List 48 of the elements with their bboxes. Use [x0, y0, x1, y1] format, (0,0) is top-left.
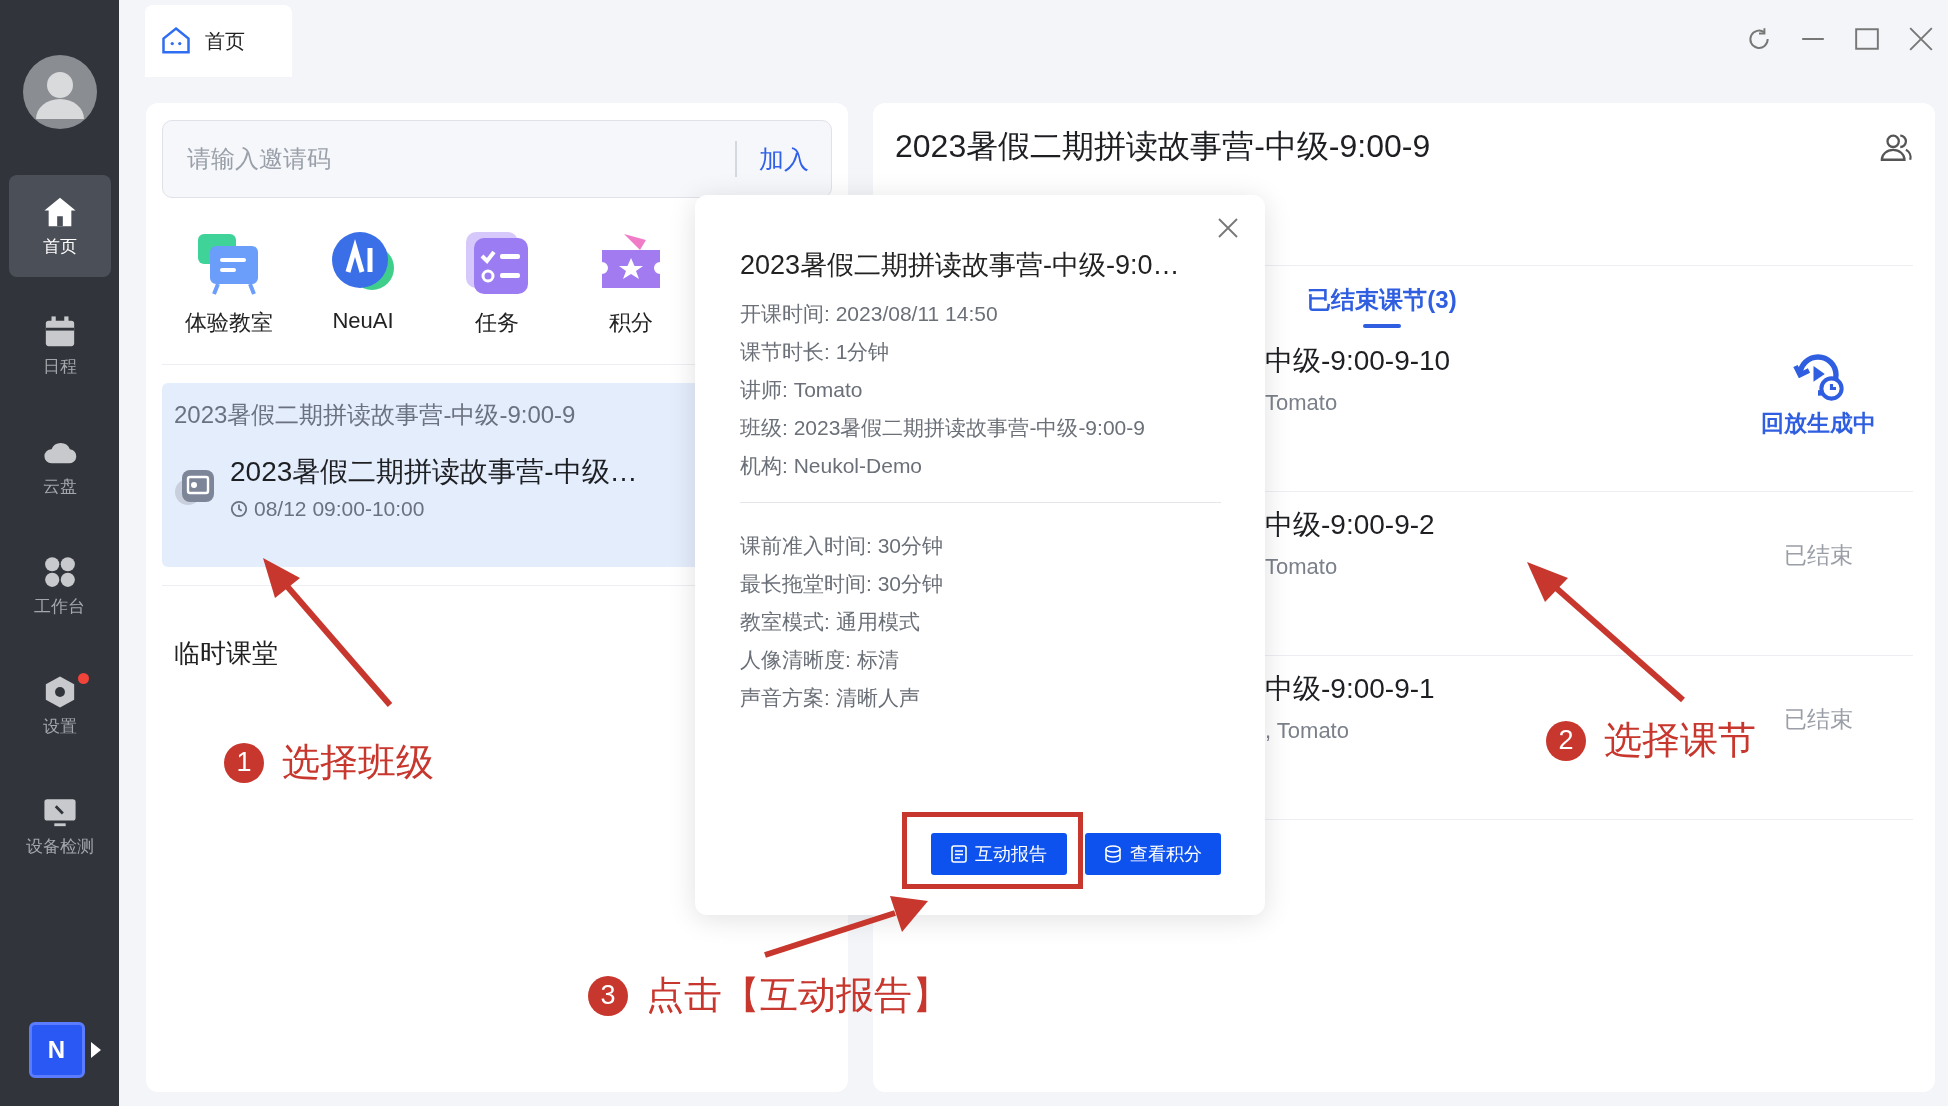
- close-button[interactable]: [1217, 217, 1239, 239]
- section-title: 临时课堂: [174, 637, 278, 670]
- clock-icon: [230, 500, 248, 518]
- tab[interactable]: 首页: [145, 5, 292, 77]
- tab-label: 首页: [205, 28, 245, 54]
- step-instruction: 选择课节: [1604, 718, 1756, 763]
- class-title: 2023暑假二期拼读故事营-中级-9:00-9: [895, 127, 1431, 166]
- home-icon: [161, 26, 191, 56]
- detail-text: 课节时长: 1分钟: [740, 339, 891, 365]
- invite-code-field[interactable]: 请输入邀请码 加入: [162, 120, 832, 198]
- sidebar-item[interactable]: 设备检测: [8, 775, 111, 877]
- class-group-name: 2023暑假二期拼读故事营-中级-9:00-9: [174, 400, 576, 430]
- lesson-teacher: Tomato: [1265, 554, 1339, 580]
- lesson-status: 已结束: [1783, 541, 1853, 570]
- close-icon[interactable]: [1908, 25, 1934, 52]
- step-instruction: 选择班级: [282, 740, 434, 785]
- points-button[interactable]: 查看积分: [1085, 833, 1221, 875]
- sidebar-item[interactable]: 设置: [8, 655, 111, 757]
- lesson-title: 中级-9:00-9-10: [1265, 344, 1451, 378]
- shortcut-item[interactable]: NeuAI: [296, 228, 430, 338]
- lesson-title: 中级-9:00-9-1: [1265, 672, 1435, 706]
- refresh-icon[interactable]: [1746, 25, 1772, 52]
- sidebar-item[interactable]: 云盘: [8, 415, 111, 517]
- class-time: 08/12 09:00-10:00: [230, 497, 638, 521]
- sidebar-item[interactable]: 工作台: [8, 535, 111, 637]
- lesson-teacher: Tomato: [1265, 390, 1339, 416]
- sidebar-item[interactable]: 首页: [8, 175, 111, 277]
- tab[interactable]: 已结束课节(3): [1307, 284, 1457, 328]
- detail-text: 开课时间: 2023/08/11 14:50: [740, 301, 999, 327]
- lesson-title: 中级-9:00-9-2: [1265, 508, 1435, 542]
- shortcut-item[interactable]: 体验教室: [162, 228, 296, 338]
- step-instruction: 点击【互动报告】: [646, 973, 950, 1018]
- lesson-status: 已结束: [1783, 705, 1853, 734]
- expand-icon[interactable]: [90, 1042, 101, 1058]
- lesson-teacher: , Tomato: [1265, 718, 1350, 744]
- report-button[interactable]: 互动报告: [931, 833, 1067, 875]
- lesson-status: 回放生成中: [1760, 409, 1876, 438]
- document-icon: [951, 845, 967, 863]
- coins-icon: [1104, 845, 1122, 863]
- maximize-icon[interactable]: [1854, 25, 1880, 52]
- dialog-title: 2023暑假二期拼读故事营-中级-9:0…: [740, 249, 1181, 282]
- apps-icon: [42, 554, 77, 589]
- shortcut-item[interactable]: 积分: [564, 228, 698, 338]
- app-logo-button[interactable]: N: [28, 1022, 85, 1078]
- class-title: 2023暑假二期拼读故事营-中级…: [230, 455, 638, 489]
- sidebar-item[interactable]: 日程: [8, 295, 111, 397]
- shortcut-item[interactable]: 任务: [430, 228, 564, 338]
- join-button[interactable]: 加入: [759, 142, 809, 176]
